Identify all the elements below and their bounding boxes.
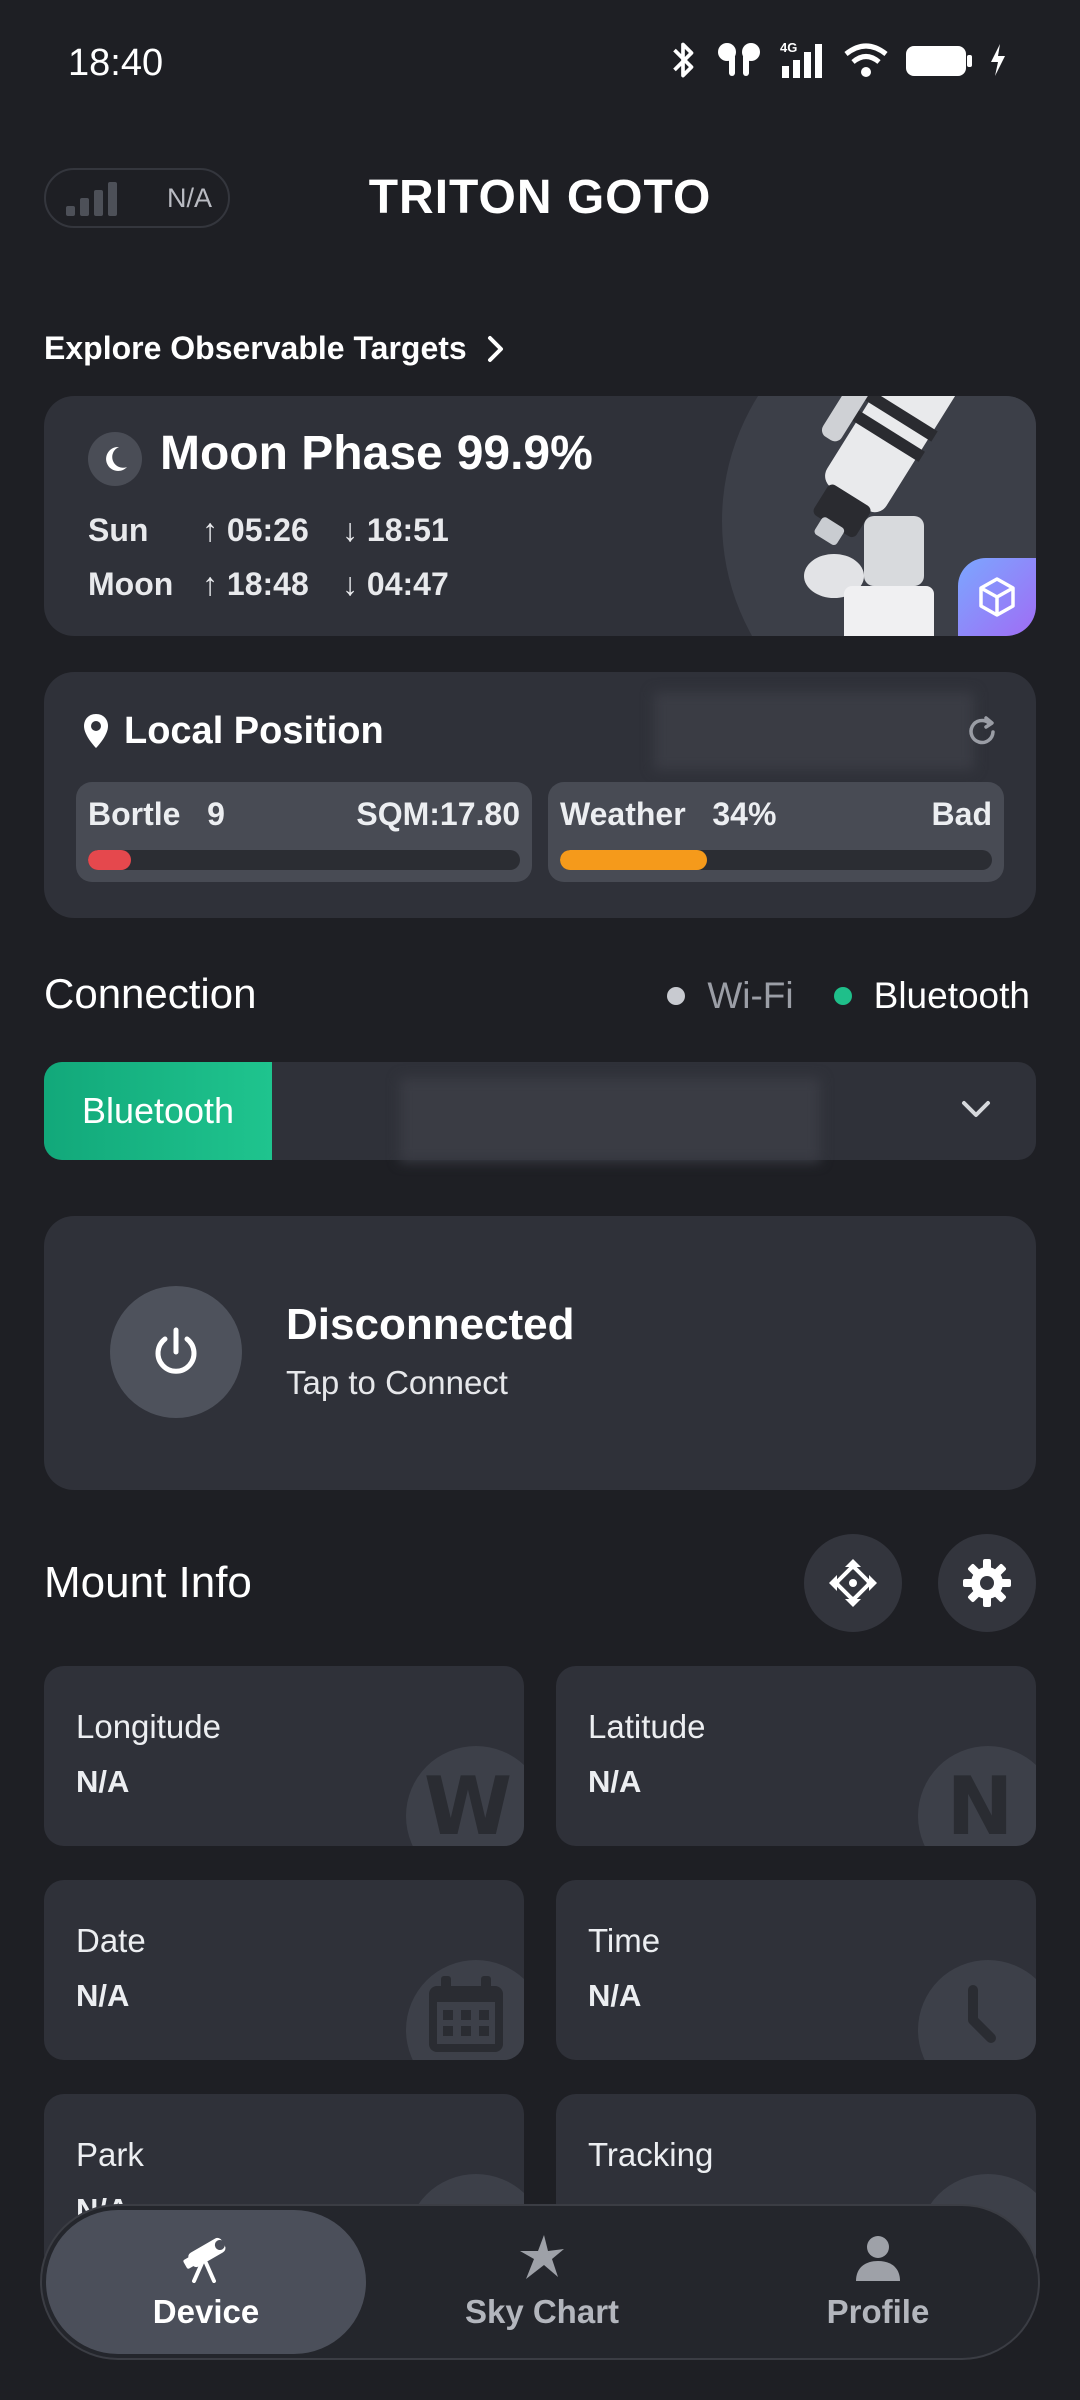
- nav-item-device[interactable]: Device: [46, 2206, 366, 2358]
- nav-label: Profile: [826, 2293, 930, 2330]
- bortle-bar: [88, 850, 520, 870]
- explore-label: Explore Observable Targets: [44, 330, 467, 366]
- tile-label: Latitude: [588, 1708, 706, 1745]
- nav-item-sky-chart[interactable]: Sky Chart: [382, 2206, 702, 2358]
- bortle-box: Bortle 9 SQM:17.80: [76, 782, 532, 882]
- tile-label: Longitude: [76, 1708, 221, 1745]
- earbuds-icon: [718, 43, 760, 76]
- bortle-text: Bortle 9: [88, 796, 225, 833]
- sun-times-row: Sun ↑ 05:26 ↓ 18:51: [88, 512, 449, 549]
- refresh-icon[interactable]: [964, 714, 1000, 750]
- bortle-label: Bortle: [88, 796, 181, 832]
- moon-icon: [88, 432, 142, 486]
- tile-value: N/A: [588, 1764, 642, 1799]
- ar-cube-button[interactable]: [958, 558, 1036, 636]
- gear-icon: [963, 1559, 1011, 1607]
- telescope-icon: [183, 2237, 226, 2283]
- sunrise-time: ↑ 05:26: [202, 512, 309, 548]
- redacted-location: [654, 692, 974, 770]
- chevron-down-icon: [962, 1101, 990, 1117]
- weather-text: Weather 34%: [560, 796, 776, 833]
- bluetooth-option-label: Bluetooth: [873, 975, 1030, 1016]
- network-type-label: 4G: [780, 40, 797, 55]
- sun-label: Sun: [88, 512, 149, 548]
- cellular-signal-icon: 4G: [780, 40, 822, 78]
- status-time: 18:40: [68, 42, 164, 84]
- bluetooth-option[interactable]: Bluetooth: [833, 975, 1030, 1017]
- connection-status: Disconnected: [286, 1300, 575, 1349]
- weather-value: 34%: [712, 796, 777, 832]
- cube-icon: [979, 577, 1015, 617]
- person-icon: [856, 2236, 900, 2281]
- tile-value: N/A: [588, 1978, 642, 2013]
- bluetooth-radio-dot: [833, 987, 852, 1005]
- battery-icon: [906, 46, 972, 76]
- longitude-tile: Longitude N/A W: [44, 1666, 524, 1846]
- weather-box: Weather 34% Bad: [548, 782, 1004, 882]
- connect-card[interactable]: Disconnected Tap to Connect: [44, 1216, 1036, 1490]
- moonset-time: ↓ 04:47: [342, 566, 449, 602]
- weather-status: Bad: [931, 796, 992, 832]
- moon-phase-percent: 99.9%: [456, 427, 593, 480]
- date-tile: Date N/A: [44, 1880, 524, 2060]
- calendar-icon: [406, 1960, 524, 2060]
- connection-hint: Tap to Connect: [286, 1364, 508, 1401]
- tile-label: Tracking: [588, 2136, 714, 2173]
- wifi-radio-dot: [667, 987, 686, 1005]
- sunset-time: ↓ 18:51: [342, 512, 449, 548]
- power-icon: [155, 1327, 197, 1374]
- wifi-icon: [844, 43, 888, 77]
- status-icons: 4G: [666, 40, 1008, 80]
- connection-type-tag: Bluetooth: [44, 1062, 272, 1160]
- tile-label: Park: [76, 2136, 144, 2173]
- clock-icon: [918, 1960, 1036, 2060]
- nav-item-profile[interactable]: Profile: [718, 2206, 1038, 2358]
- bortle-value: 9: [207, 796, 225, 832]
- north-letter: N: [946, 1759, 1014, 1847]
- west-letter: W: [423, 1759, 513, 1847]
- latitude-tile: Latitude N/A N: [556, 1666, 1036, 1846]
- nav-label: Sky Chart: [464, 2293, 620, 2330]
- app-title: TRITON GOTO: [368, 171, 712, 224]
- weather-bar-fill: [560, 850, 707, 870]
- moon-times-row: Moon ↑ 18:48 ↓ 04:47: [88, 566, 449, 603]
- moonrise-time: ↑ 18:48: [202, 566, 309, 602]
- explore-targets-link[interactable]: Explore Observable Targets: [44, 330, 507, 367]
- north-letter-icon: N: [918, 1746, 1036, 1846]
- wifi-option[interactable]: Wi-Fi: [667, 975, 794, 1017]
- star-icon: [520, 2235, 564, 2279]
- bortle-bar-fill: [88, 850, 132, 870]
- connection-type-toggle: Wi-Fi Bluetooth: [667, 975, 1030, 1017]
- charging-icon: [991, 44, 1005, 76]
- tile-label: Date: [76, 1922, 146, 1959]
- bottom-nav: Device Sky Chart Profile: [40, 2204, 1040, 2360]
- move-arrows-icon: [829, 1559, 877, 1607]
- tile-value: N/A: [76, 1764, 130, 1799]
- time-tile: Time N/A: [556, 1880, 1036, 2060]
- connection-title: Connection: [44, 970, 257, 1017]
- nav-label: Device: [152, 2293, 260, 2330]
- tile-label: Time: [588, 1922, 661, 1959]
- sqm-value: SQM:17.80: [356, 796, 520, 832]
- weather-label: Weather: [560, 796, 686, 832]
- direction-pad-button[interactable]: [804, 1534, 902, 1632]
- local-position-card: Local Position Bortle 9 SQM:17.80 Weathe…: [44, 672, 1036, 918]
- bluetooth-icon: [673, 42, 694, 78]
- location-pin-icon: [84, 714, 108, 748]
- moon-phase-title: Moon Phase 99.9%: [160, 426, 593, 481]
- device-select-dropdown[interactable]: Bluetooth: [44, 1062, 1036, 1162]
- redacted-device-name: [400, 1078, 820, 1162]
- chevron-right-icon: [487, 335, 503, 362]
- power-button[interactable]: [110, 1286, 242, 1418]
- settings-button[interactable]: [938, 1534, 1036, 1632]
- moon-label: Moon: [88, 566, 174, 602]
- west-letter-icon: W: [406, 1746, 524, 1846]
- moon-phase-label: Moon Phase: [160, 427, 443, 480]
- wifi-option-label: Wi-Fi: [707, 975, 794, 1016]
- mount-info-title: Mount Info: [44, 1558, 252, 1607]
- tile-value: N/A: [76, 1978, 130, 2013]
- local-position-title: Local Position: [124, 710, 384, 752]
- moon-phase-card[interactable]: Moon Phase 99.9% Sun ↑ 05:26 ↓ 18:51 Moon ↑ …: [44, 396, 1036, 636]
- weather-bar: [560, 850, 992, 870]
